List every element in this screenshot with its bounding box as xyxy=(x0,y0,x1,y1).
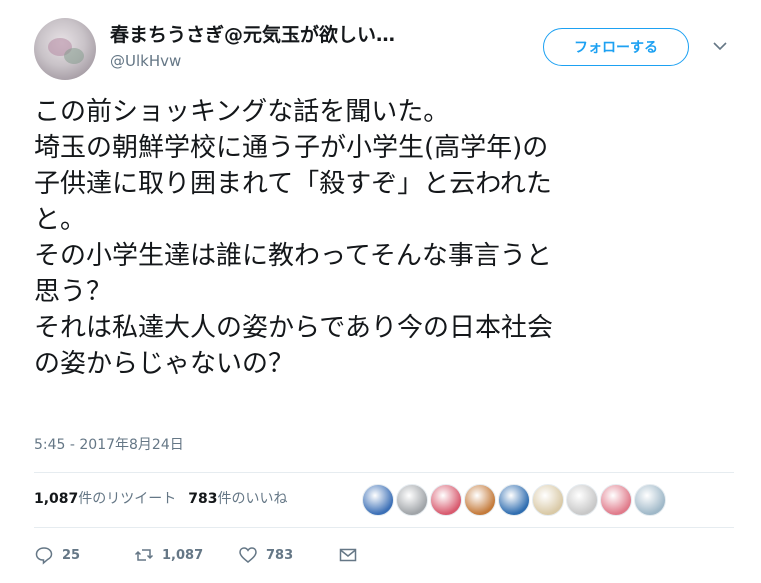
tweet-actions: 25 1,087 783 xyxy=(34,545,394,569)
liker-avatar[interactable] xyxy=(532,484,564,516)
liker-avatar[interactable] xyxy=(430,484,462,516)
liker-avatar[interactable] xyxy=(396,484,428,516)
reply-icon xyxy=(35,547,53,565)
retweet-button[interactable]: 1,087 xyxy=(134,545,203,565)
divider xyxy=(34,527,734,528)
retweet-icon xyxy=(134,549,154,561)
tweet-header: 春まちうさぎ@元気玉が欲しい… @UlkHvw フォローする xyxy=(34,16,746,82)
tweet-timestamp[interactable]: 5:45 - 2017年8月24日 xyxy=(34,434,184,454)
like-count: 783 xyxy=(266,547,294,563)
retweet-stat-label: 件のリツイート xyxy=(78,491,177,507)
liker-avatar[interactable] xyxy=(362,484,394,516)
chevron-down-icon[interactable] xyxy=(712,38,728,54)
author-display-name[interactable]: 春まちうさぎ@元気玉が欲しい… xyxy=(110,20,395,47)
follow-button[interactable]: フォローする xyxy=(543,28,689,66)
author-handle[interactable]: @UlkHvw xyxy=(110,52,181,70)
divider xyxy=(34,472,734,473)
reply-count: 25 xyxy=(62,547,81,563)
heart-icon xyxy=(239,547,257,563)
like-stat-label: 件のいいね xyxy=(217,491,288,507)
retweet-count: 1,087 xyxy=(162,547,204,563)
avatar[interactable] xyxy=(34,18,96,80)
liker-avatar[interactable] xyxy=(464,484,496,516)
engagement-stats: 1,087件のリツイート 783件のいいね xyxy=(34,488,288,508)
envelope-icon xyxy=(339,548,357,562)
like-stat-count: 783 xyxy=(188,491,218,507)
reply-button[interactable]: 25 xyxy=(34,545,80,565)
direct-message-button[interactable] xyxy=(338,545,366,565)
liker-avatar[interactable] xyxy=(600,484,632,516)
retweet-stat[interactable]: 1,087件のリツイート xyxy=(34,491,176,507)
liker-avatar[interactable] xyxy=(498,484,530,516)
like-button[interactable]: 783 xyxy=(238,545,293,565)
tweet-text: この前ショッキングな話を聞いた。 埼玉の朝鮮学校に通う子が小学生(高学年)の 子… xyxy=(34,97,553,379)
like-stat[interactable]: 783件のいいね xyxy=(188,491,287,507)
liker-avatar[interactable] xyxy=(566,484,598,516)
retweet-stat-count: 1,087 xyxy=(34,491,79,507)
avatar-detail xyxy=(64,48,84,64)
liker-avatar[interactable] xyxy=(634,484,666,516)
